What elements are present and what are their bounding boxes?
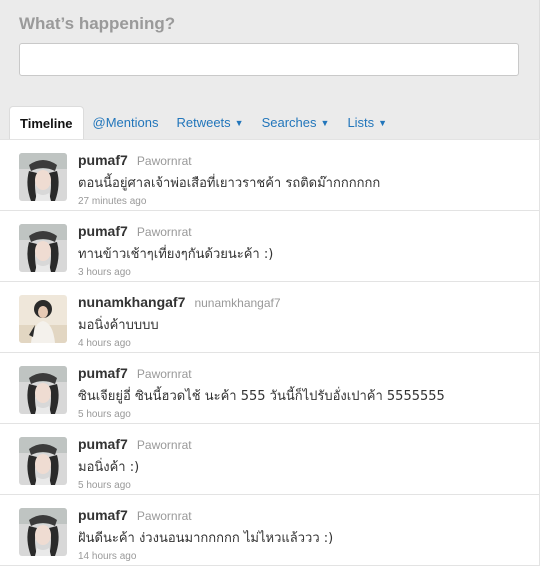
- tweet-body: pumaf7 Pawornrat ฝันดีนะค้า ง่วงนอนมากกก…: [78, 505, 529, 562]
- tweet-username[interactable]: pumaf7: [78, 152, 128, 168]
- avatar[interactable]: [19, 437, 67, 485]
- tweet-item: pumaf7 Pawornrat ซินเจียยู่อี่ ซินนี้ฮวด…: [0, 353, 540, 424]
- timeline-tabs: Timeline @Mentions Retweets ▼ Searches ▼…: [9, 106, 539, 139]
- user-photo-icon: [19, 224, 67, 272]
- tweet-username[interactable]: pumaf7: [78, 507, 128, 523]
- tweet-username[interactable]: pumaf7: [78, 365, 128, 381]
- tab-searches[interactable]: Searches ▼: [253, 106, 339, 139]
- tab-label: Searches: [261, 115, 317, 130]
- tweet-text: ซินเจียยู่อี่ ซินนี้ฮวดไช้ นะค้า 555 วัน…: [78, 389, 445, 404]
- tweet-text: ตอนนี้อยู่ศาลเจ้าพ่อเสือที่เยาวราชค้า รถ…: [78, 176, 381, 191]
- tweet-feed: pumaf7 Pawornrat ตอนนี้อยู่ศาลเจ้าพ่อเสื…: [0, 139, 540, 566]
- tweet-body: pumaf7 Pawornrat ทานข้าวเช้าๆเที่ยงๆกันด…: [78, 221, 529, 278]
- tweet-item: pumaf7 Pawornrat ฝันดีนะค้า ง่วงนอนมากกก…: [0, 495, 540, 566]
- tweet-item: pumaf7 Pawornrat มอนิ่งค้า :) 5 hours ag…: [0, 424, 540, 495]
- status-input[interactable]: [19, 43, 519, 76]
- tweet-text: ทานข้าวเช้าๆเที่ยงๆกันด้วยนะค้า :): [78, 247, 274, 262]
- tab-label: Timeline: [20, 115, 73, 131]
- tweet-fullname: nunamkhangaf7: [194, 296, 281, 310]
- user-photo-icon: [19, 153, 67, 201]
- tweet-text: ฝันดีนะค้า ง่วงนอนมากกกกก ไม่ไหวแล้ววว :…: [78, 531, 334, 546]
- caret-down-icon: ▼: [378, 117, 388, 128]
- tab-label: Lists: [347, 115, 375, 130]
- tweet-timestamp[interactable]: 3 hours ago: [78, 267, 529, 278]
- tweet-username[interactable]: nunamkhangaf7: [78, 294, 185, 310]
- tweet-timestamp[interactable]: 14 hours ago: [78, 551, 529, 562]
- tweet-timestamp[interactable]: 27 minutes ago: [78, 196, 529, 207]
- tweet-item: pumaf7 Pawornrat ทานข้าวเช้าๆเที่ยงๆกันด…: [0, 211, 540, 282]
- tweet-item: pumaf7 Pawornrat ตอนนี้อยู่ศาลเจ้าพ่อเสื…: [0, 140, 540, 211]
- tweet-text: มอนิ่งค้า :): [78, 460, 140, 475]
- tweet-username[interactable]: pumaf7: [78, 223, 128, 239]
- tweet-body: nunamkhangaf7 nunamkhangaf7 มอนิ่งค้าบบบ…: [78, 292, 529, 349]
- tweet-item: nunamkhangaf7 nunamkhangaf7 มอนิ่งค้าบบบ…: [0, 282, 540, 353]
- caret-down-icon: ▼: [320, 117, 330, 128]
- tab-timeline[interactable]: Timeline: [9, 106, 84, 139]
- tweet-timestamp[interactable]: 5 hours ago: [78, 409, 529, 420]
- tab-label: @Mentions: [92, 115, 159, 130]
- avatar[interactable]: [19, 366, 67, 414]
- tweet-body: pumaf7 Pawornrat ซินเจียยู่อี่ ซินนี้ฮวด…: [78, 363, 529, 420]
- avatar[interactable]: [19, 295, 67, 343]
- user-photo-icon: [19, 366, 67, 414]
- tweet-body: pumaf7 Pawornrat มอนิ่งค้า :) 5 hours ag…: [78, 434, 529, 491]
- tweet-fullname: Pawornrat: [136, 367, 192, 381]
- compose-area: What’s happening? Timeline @Mentions Ret…: [0, 0, 540, 139]
- tab-mentions[interactable]: @Mentions: [84, 106, 168, 139]
- tweet-body: pumaf7 Pawornrat ตอนนี้อยู่ศาลเจ้าพ่อเสื…: [78, 150, 529, 207]
- avatar[interactable]: [19, 153, 67, 201]
- avatar[interactable]: [19, 224, 67, 272]
- tweet-text: มอนิ่งค้าบบบบ: [78, 318, 159, 333]
- user-photo-icon: [19, 508, 67, 556]
- tab-lists[interactable]: Lists ▼: [338, 106, 396, 139]
- tweet-username[interactable]: pumaf7: [78, 436, 128, 452]
- tweet-timestamp[interactable]: 5 hours ago: [78, 480, 529, 491]
- compose-prompt: What’s happening?: [19, 14, 176, 33]
- tweet-timestamp[interactable]: 4 hours ago: [78, 338, 529, 349]
- tab-retweets[interactable]: Retweets ▼: [167, 106, 252, 139]
- user-photo-icon: [19, 295, 67, 343]
- tweet-fullname: Pawornrat: [136, 438, 192, 452]
- user-photo-icon: [19, 437, 67, 485]
- tweet-fullname: Pawornrat: [136, 154, 192, 168]
- tab-label: Retweets: [176, 115, 231, 130]
- tweet-fullname: Pawornrat: [136, 509, 192, 523]
- avatar[interactable]: [19, 508, 67, 556]
- caret-down-icon: ▼: [234, 117, 244, 128]
- tweet-fullname: Pawornrat: [136, 225, 192, 239]
